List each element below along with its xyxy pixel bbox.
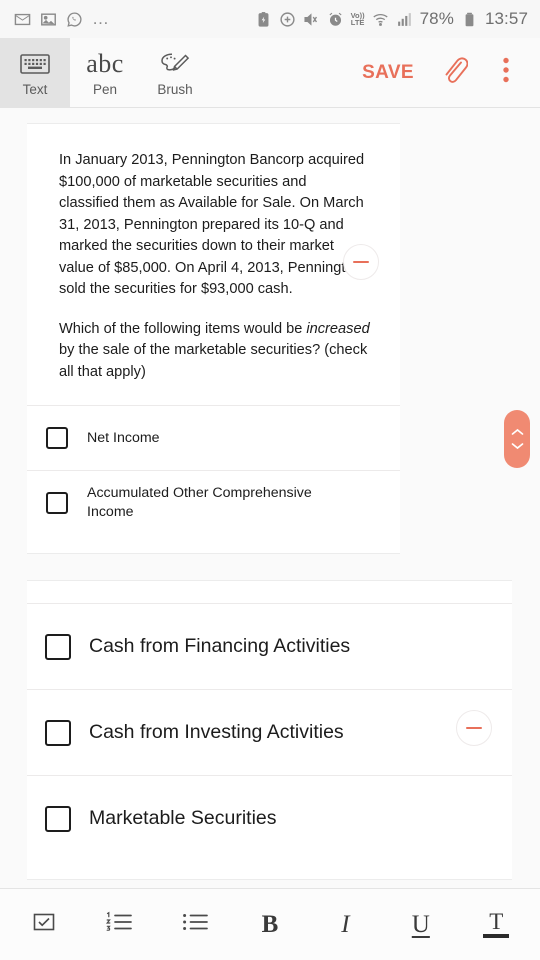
app-window: … Vo)) LTE 78% 13:57 Text abc Pen Brush …: [0, 0, 540, 960]
list-item[interactable]: Cash from Financing Activities: [27, 604, 512, 689]
volte-indicator: Vo)) LTE: [350, 10, 365, 27]
mail-icon: [14, 11, 31, 28]
prompt-after: by the sale of the marketable securities…: [59, 342, 368, 380]
bulleted-list-icon: [181, 910, 209, 939]
tool-pen-label: Pen: [92, 81, 118, 97]
underline-button[interactable]: U: [394, 898, 448, 952]
editor-toolbar: Text abc Pen Brush SAVE: [0, 38, 540, 108]
checkbox-icon[interactable]: [46, 492, 68, 514]
numbered-list-icon: [105, 910, 133, 939]
minus-icon: [466, 726, 482, 730]
card-bottom-spacer: [27, 535, 400, 553]
more-options-button[interactable]: [480, 47, 532, 99]
checkbox-wrap: [27, 492, 87, 514]
italic-button[interactable]: I: [318, 898, 372, 952]
bold-button[interactable]: B: [243, 898, 297, 952]
add-circle-icon: [279, 11, 296, 28]
status-bar-notifications: …: [14, 9, 110, 28]
bold-icon: B: [261, 910, 279, 938]
checkbox-wrap: [27, 427, 87, 449]
save-button[interactable]: SAVE: [348, 62, 428, 84]
text-color-icon: T: [483, 909, 510, 938]
minus-icon: [353, 260, 369, 264]
tool-text[interactable]: Text: [0, 38, 70, 107]
list-item[interactable]: Net Income: [27, 406, 400, 470]
whatsapp-icon: [66, 11, 83, 28]
checkbox-icon[interactable]: [46, 427, 68, 449]
option-label: Accumulated Other Comprehensive Income: [87, 485, 312, 520]
question-prompt: Which of the following items would be in…: [59, 319, 370, 384]
keyboard-icon: [20, 49, 50, 79]
list-item[interactable]: Marketable Securities: [27, 776, 512, 861]
text-color-button[interactable]: T: [469, 898, 523, 952]
document-canvas[interactable]: In January 2013, Pennington Bancorp acqu…: [0, 108, 540, 926]
status-bar: … Vo)) LTE 78% 13:57: [0, 0, 540, 38]
question-card: In January 2013, Pennington Bancorp acqu…: [27, 123, 400, 554]
italic-icon: I: [341, 910, 350, 938]
battery-saver-icon: [255, 11, 272, 28]
mute-vibrate-icon: [303, 11, 320, 28]
paperclip-icon: [441, 56, 468, 90]
status-bar-system: Vo)) LTE 78% 13:57: [255, 9, 528, 29]
option-label: Cash from Investing Activities: [89, 721, 344, 743]
tool-pen[interactable]: abc Pen: [70, 38, 140, 107]
checkbox-list-button[interactable]: [17, 898, 71, 952]
option-label: Cash from Financing Activities: [89, 635, 351, 657]
wifi-icon: [372, 11, 389, 28]
checkbox-wrap: [27, 719, 89, 746]
kebab-menu-icon: [503, 57, 509, 88]
toolbar-actions: SAVE: [348, 38, 540, 107]
collapse-options-button[interactable]: [456, 710, 492, 746]
gallery-icon: [40, 11, 57, 28]
checkbox-wrap: [27, 633, 89, 660]
battery-percent-label: 78%: [419, 9, 454, 28]
question-paragraph: In January 2013, Pennington Bancorp acqu…: [59, 152, 365, 297]
battery-icon: [461, 11, 478, 28]
alarm-icon: [327, 11, 344, 28]
text-color-swatch: [483, 934, 510, 938]
prompt-before: Which of the following items would be: [59, 320, 307, 337]
card-bottom-spacer: [27, 861, 512, 879]
underline-icon: U: [411, 910, 430, 938]
tool-brush[interactable]: Brush: [140, 38, 210, 107]
card-top-spacer: [27, 581, 512, 603]
attach-button[interactable]: [428, 47, 480, 99]
format-toolbar: B I U T: [0, 888, 540, 960]
checkbox-icon[interactable]: [45, 805, 71, 832]
options-card: Cash from Financing Activities Cash from…: [27, 580, 512, 880]
checkbox-wrap: [27, 805, 89, 832]
text-color-letter: T: [489, 909, 504, 934]
option-label: Net Income: [87, 429, 160, 446]
tool-brush-label: Brush: [157, 81, 193, 97]
collapse-question-button[interactable]: [343, 244, 379, 280]
checkbox-icon[interactable]: [45, 719, 71, 746]
abc-icon: abc: [86, 48, 124, 78]
chevron-down-icon: [511, 442, 524, 450]
list-item[interactable]: Cash from Investing Activities: [27, 690, 512, 775]
prompt-emphasis: increased: [306, 320, 370, 337]
fast-scroll-handle[interactable]: [504, 410, 530, 468]
tool-text-label: Text: [22, 81, 48, 97]
bulleted-list-button[interactable]: [168, 898, 222, 952]
numbered-list-button[interactable]: [92, 898, 146, 952]
notification-overflow-icon: …: [92, 9, 110, 28]
checkbox-icon[interactable]: [45, 633, 71, 660]
signal-bars-icon: [396, 11, 413, 28]
clock-label: 13:57: [484, 9, 528, 28]
option-label: Marketable Securities: [89, 807, 277, 829]
checkbox-list-icon: [31, 909, 57, 940]
list-item[interactable]: Accumulated Other Comprehensive Income: [27, 471, 400, 535]
palette-brush-icon: [159, 49, 191, 79]
chevron-up-icon: [511, 428, 524, 436]
